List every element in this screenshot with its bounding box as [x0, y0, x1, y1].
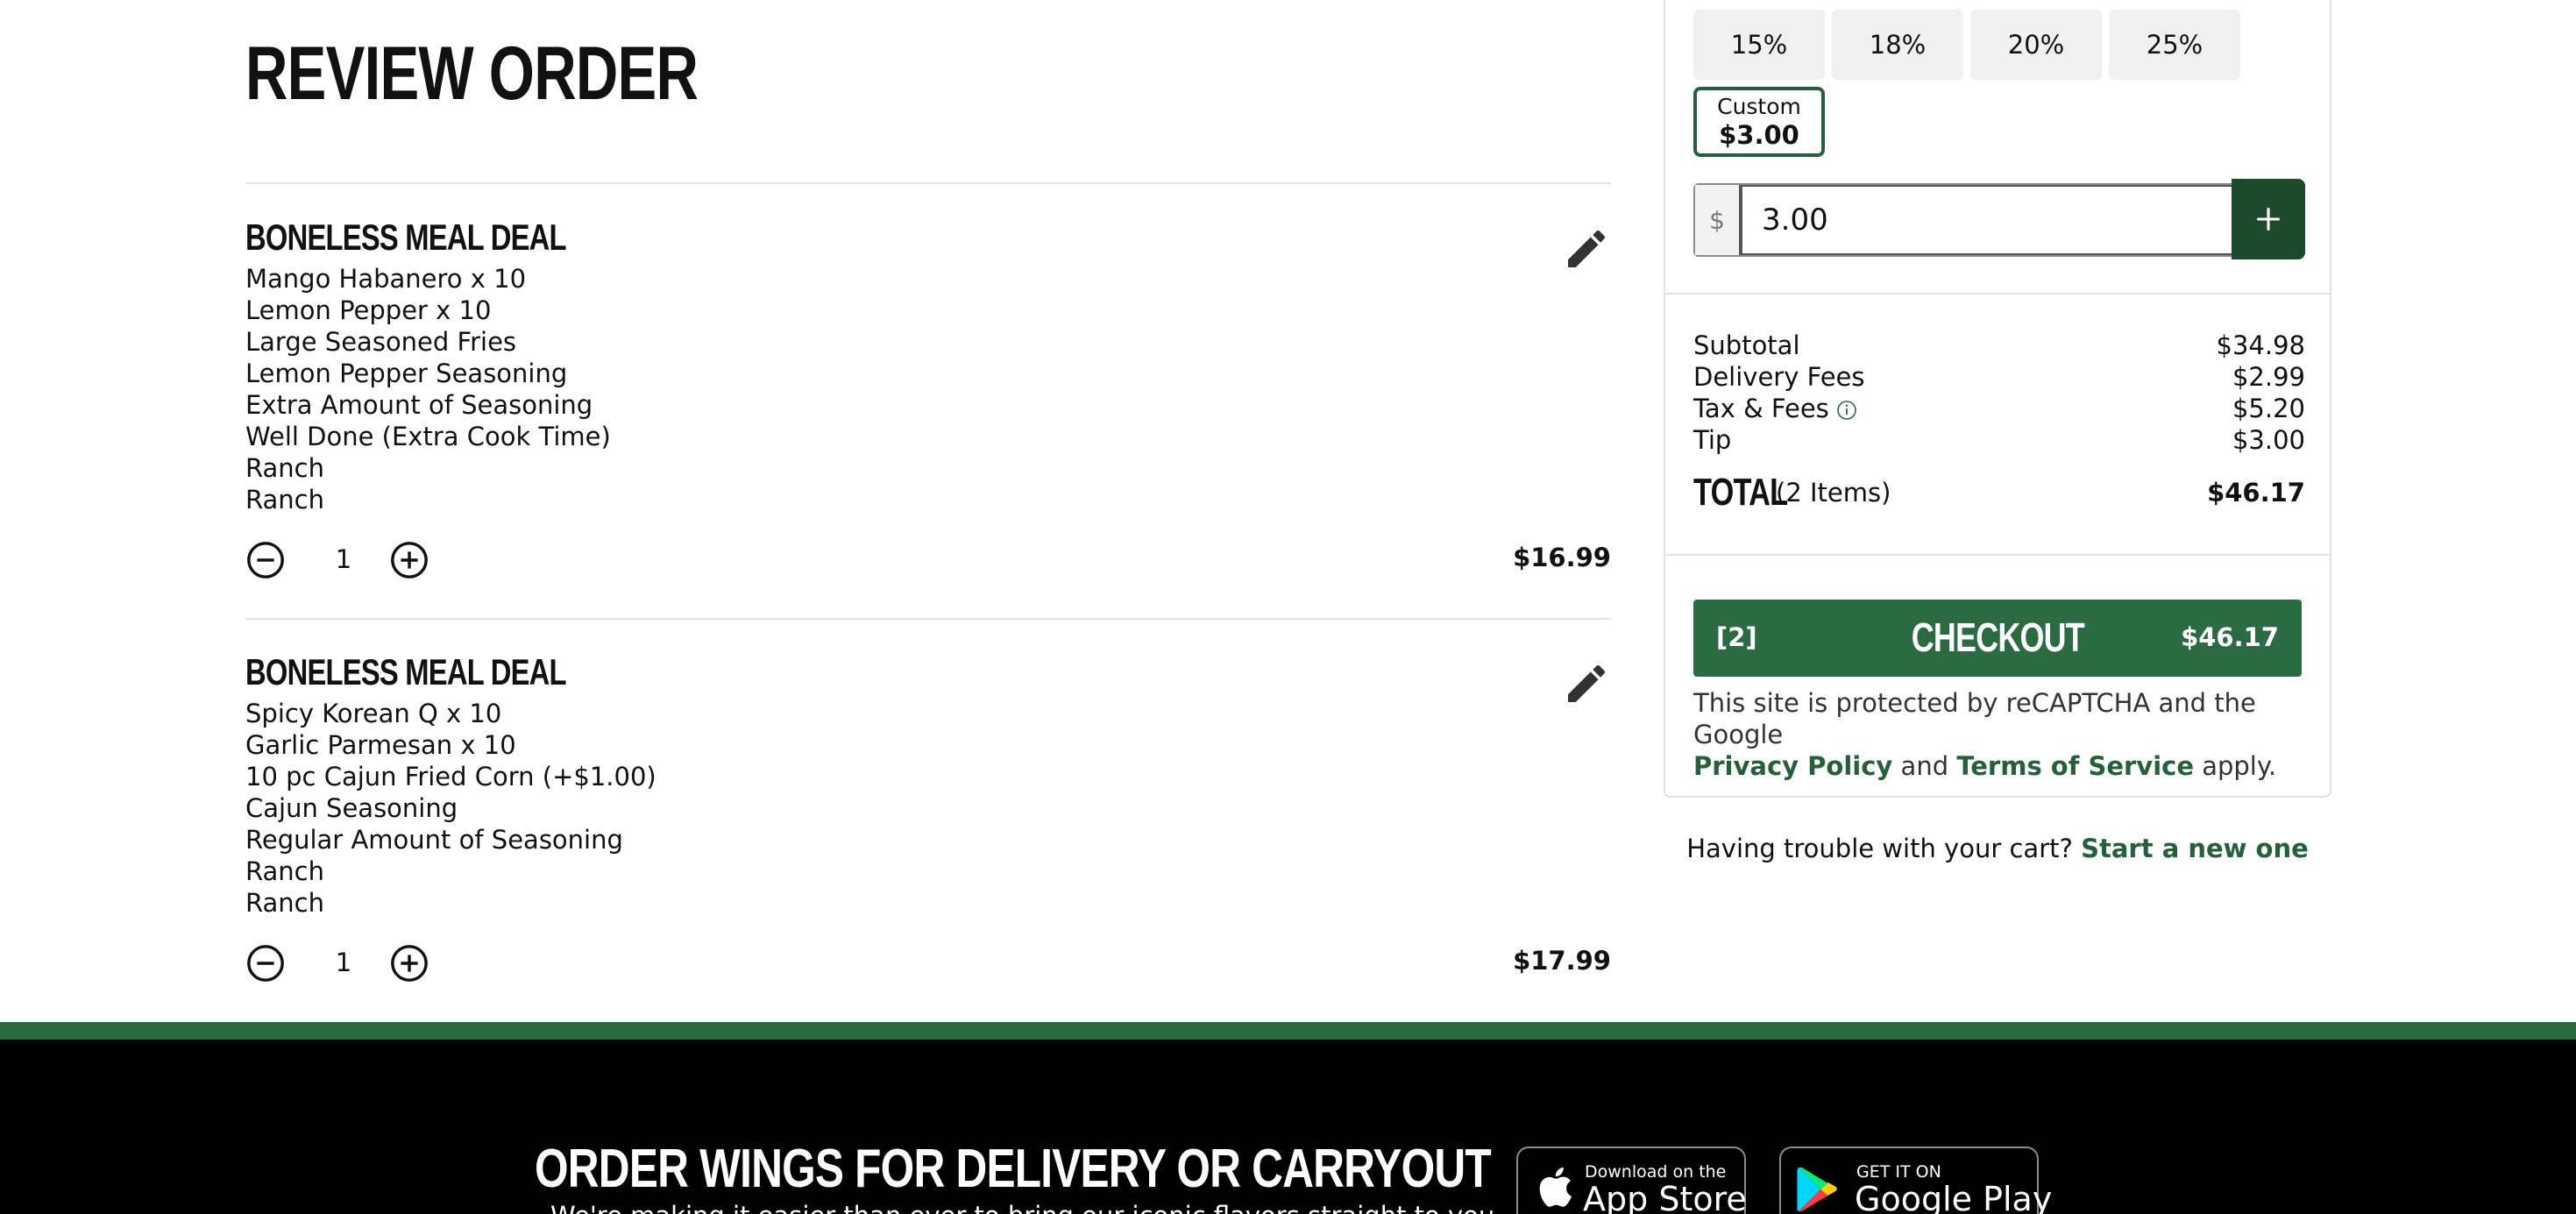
minus-circle-icon[interactable] [245, 540, 286, 580]
app-store-badge[interactable]: Download on the App Store [1516, 1147, 1747, 1214]
divider [1665, 554, 2330, 556]
google-play-icon [1797, 1167, 1837, 1212]
modifier: Garlic Parmesan x 10 [245, 730, 516, 760]
order-summary-panel: 15% 18% 20% 25% Custom $3.00 $ Subtotal … [1664, 0, 2331, 798]
app-store-big-text: App Store [1583, 1180, 1747, 1214]
custom-tip-value: $3.00 [1719, 120, 1799, 150]
quantity-value: 1 [335, 948, 352, 977]
quantity-row: 1 $17.99 [245, 940, 1611, 985]
subtotal-value: $34.98 [2216, 330, 2305, 360]
modifier: Ranch [245, 453, 324, 483]
quantity-row: 1 $16.99 [245, 536, 1611, 582]
modifier: Lemon Pepper x 10 [245, 295, 492, 325]
modifier: Lemon Pepper Seasoning [245, 359, 568, 388]
modifier: Ranch [245, 888, 324, 918]
tip-option-20[interactable]: 20% [1970, 10, 2102, 80]
modifier: Extra Amount of Seasoning [245, 390, 593, 420]
modifier: Ranch [245, 856, 324, 886]
tip-value: $3.00 [2232, 425, 2305, 455]
minus-circle-icon[interactable] [245, 943, 286, 983]
privacy-policy-link[interactable]: Privacy Policy [1693, 751, 1892, 781]
cart-trouble-notice: Having trouble with your cart? Start a n… [1686, 834, 2309, 863]
google-play-small-text: GET IT ON [1856, 1162, 1941, 1182]
plus-circle-icon[interactable] [389, 943, 429, 983]
footer-subtitle: We're making it easier than ever to brin… [550, 1201, 1494, 1214]
tax-fees-label: Tax & Fees [1693, 393, 1857, 424]
tip-amount-field: $ [1693, 183, 2233, 257]
item-modifiers: Mango Habanero x 10 Lemon Pepper x 10 La… [245, 263, 1611, 515]
app-store-small-text: Download on the [1585, 1162, 1727, 1182]
plus-circle-icon[interactable] [389, 540, 429, 580]
checkout-amount: $46.17 [2181, 622, 2279, 652]
start-new-cart-link[interactable]: Start a new one [2081, 834, 2309, 863]
tax-fees-value: $5.20 [2232, 394, 2305, 423]
tip-option-25[interactable]: 25% [2109, 10, 2240, 80]
tip-option-15[interactable]: 15% [1693, 10, 1825, 80]
cart-item: BONELESS MEAL DEAL Spicy Korean Q x 10 G… [245, 650, 1611, 919]
info-icon[interactable] [1836, 400, 1857, 421]
subtotal-label: Subtotal [1693, 330, 1800, 360]
terms-of-service-link[interactable]: Terms of Service [1956, 751, 2194, 781]
modifier: Mango Habanero x 10 [245, 264, 527, 294]
currency-symbol: $ [1695, 185, 1742, 255]
google-play-big-text: Google Play [1855, 1180, 2053, 1214]
checkout-button[interactable]: [2] CHECKOUT $46.17 [1693, 600, 2302, 677]
page-title: REVIEW ORDER [245, 32, 699, 116]
tax-fees-row: Tax & Fees $5.20 [1693, 393, 2305, 424]
pencil-icon[interactable] [1562, 224, 1611, 273]
modifier: Regular Amount of Seasoning [245, 825, 623, 855]
apply-tip-button[interactable] [2232, 179, 2305, 259]
plus-icon [2257, 208, 2280, 231]
tip-option-18[interactable]: 18% [1832, 10, 1963, 80]
quantity-value: 1 [335, 544, 352, 574]
tip-amount-input[interactable] [1742, 185, 2233, 255]
item-price: $16.99 [1513, 543, 1611, 572]
item-modifiers: Spicy Korean Q x 10 Garlic Parmesan x 10… [245, 698, 1611, 919]
divider [1665, 293, 2330, 295]
item-name: BONELESS MEAL DEAL [245, 217, 567, 258]
divider [245, 182, 1611, 184]
tip-option-custom[interactable]: Custom $3.00 [1693, 87, 1825, 157]
item-price: $17.99 [1513, 946, 1611, 976]
divider [245, 618, 1611, 620]
pencil-icon[interactable] [1562, 659, 1611, 708]
total-row: TOTAL (2 Items) $46.17 [1693, 468, 2305, 517]
modifier: 10 pc Cajun Fried Corn (+$1.00) [245, 762, 656, 792]
footer: ORDER WINGS FOR DELIVERY OR CARRYOUT We'… [0, 1040, 2576, 1214]
total-item-count: (2 Items) [1776, 478, 1891, 508]
apple-icon [1539, 1167, 1572, 1207]
modifier: Spicy Korean Q x 10 [245, 699, 502, 728]
cart-item: BONELESS MEAL DEAL Mango Habanero x 10 L… [245, 216, 1611, 515]
recaptcha-notice: This site is protected by reCAPTCHA and … [1693, 688, 2277, 781]
google-play-badge[interactable]: GET IT ON Google Play [1779, 1147, 2052, 1214]
modifier: Large Seasoned Fries [245, 327, 517, 357]
footer-accent-bar [0, 1022, 2576, 1040]
modifier: Ranch [245, 485, 324, 515]
item-name: BONELESS MEAL DEAL [245, 651, 567, 692]
modifier: Cajun Seasoning [245, 793, 458, 823]
modifier: Well Done (Extra Cook Time) [245, 422, 611, 451]
subtotal-row: Subtotal $34.98 [1693, 330, 2305, 361]
custom-tip-label: Custom [1717, 94, 1801, 119]
total-value: $46.17 [2207, 478, 2305, 508]
delivery-fees-row: Delivery Fees $2.99 [1693, 361, 2305, 393]
tip-label: Tip [1693, 425, 1732, 455]
delivery-fees-value: $2.99 [2232, 362, 2305, 392]
tip-row: Tip $3.00 [1693, 424, 2305, 456]
delivery-fees-label: Delivery Fees [1693, 362, 1865, 392]
